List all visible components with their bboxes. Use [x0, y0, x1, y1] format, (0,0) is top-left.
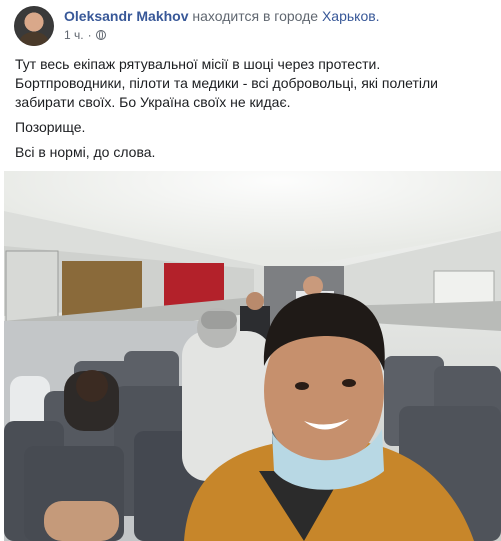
- post-paragraph: Тут весь екіпаж рятувальної місії в шоці…: [15, 56, 438, 110]
- post-photo[interactable]: [4, 171, 501, 541]
- post-title-line: Oleksandr Makhov находится в городе Харь…: [64, 7, 380, 25]
- post-paragraph: Всі в нормі, до слова.: [15, 144, 156, 160]
- post-meta: Oleksandr Makhov находится в городе Харь…: [64, 7, 380, 46]
- post: Oleksandr Makhov находится в городе Харь…: [0, 0, 501, 541]
- author-avatar[interactable]: [14, 6, 54, 46]
- author-name-link[interactable]: Oleksandr Makhov: [64, 8, 189, 24]
- post-subline: 1 ч. ·: [64, 28, 380, 42]
- post-header: Oleksandr Makhov находится в городе Харь…: [14, 6, 380, 46]
- post-text: Тут весь екіпаж рятувальної місії в шоці…: [15, 55, 485, 168]
- globe-icon[interactable]: [95, 30, 106, 40]
- post-paragraph: Позорище.: [15, 119, 86, 135]
- location-link[interactable]: Харьков.: [322, 8, 380, 24]
- post-timestamp[interactable]: 1 ч.: [64, 28, 84, 42]
- location-action-text: находится в городе: [192, 8, 319, 24]
- airplane-cabin-selfie-image: [4, 171, 501, 541]
- separator-dot: ·: [87, 28, 92, 42]
